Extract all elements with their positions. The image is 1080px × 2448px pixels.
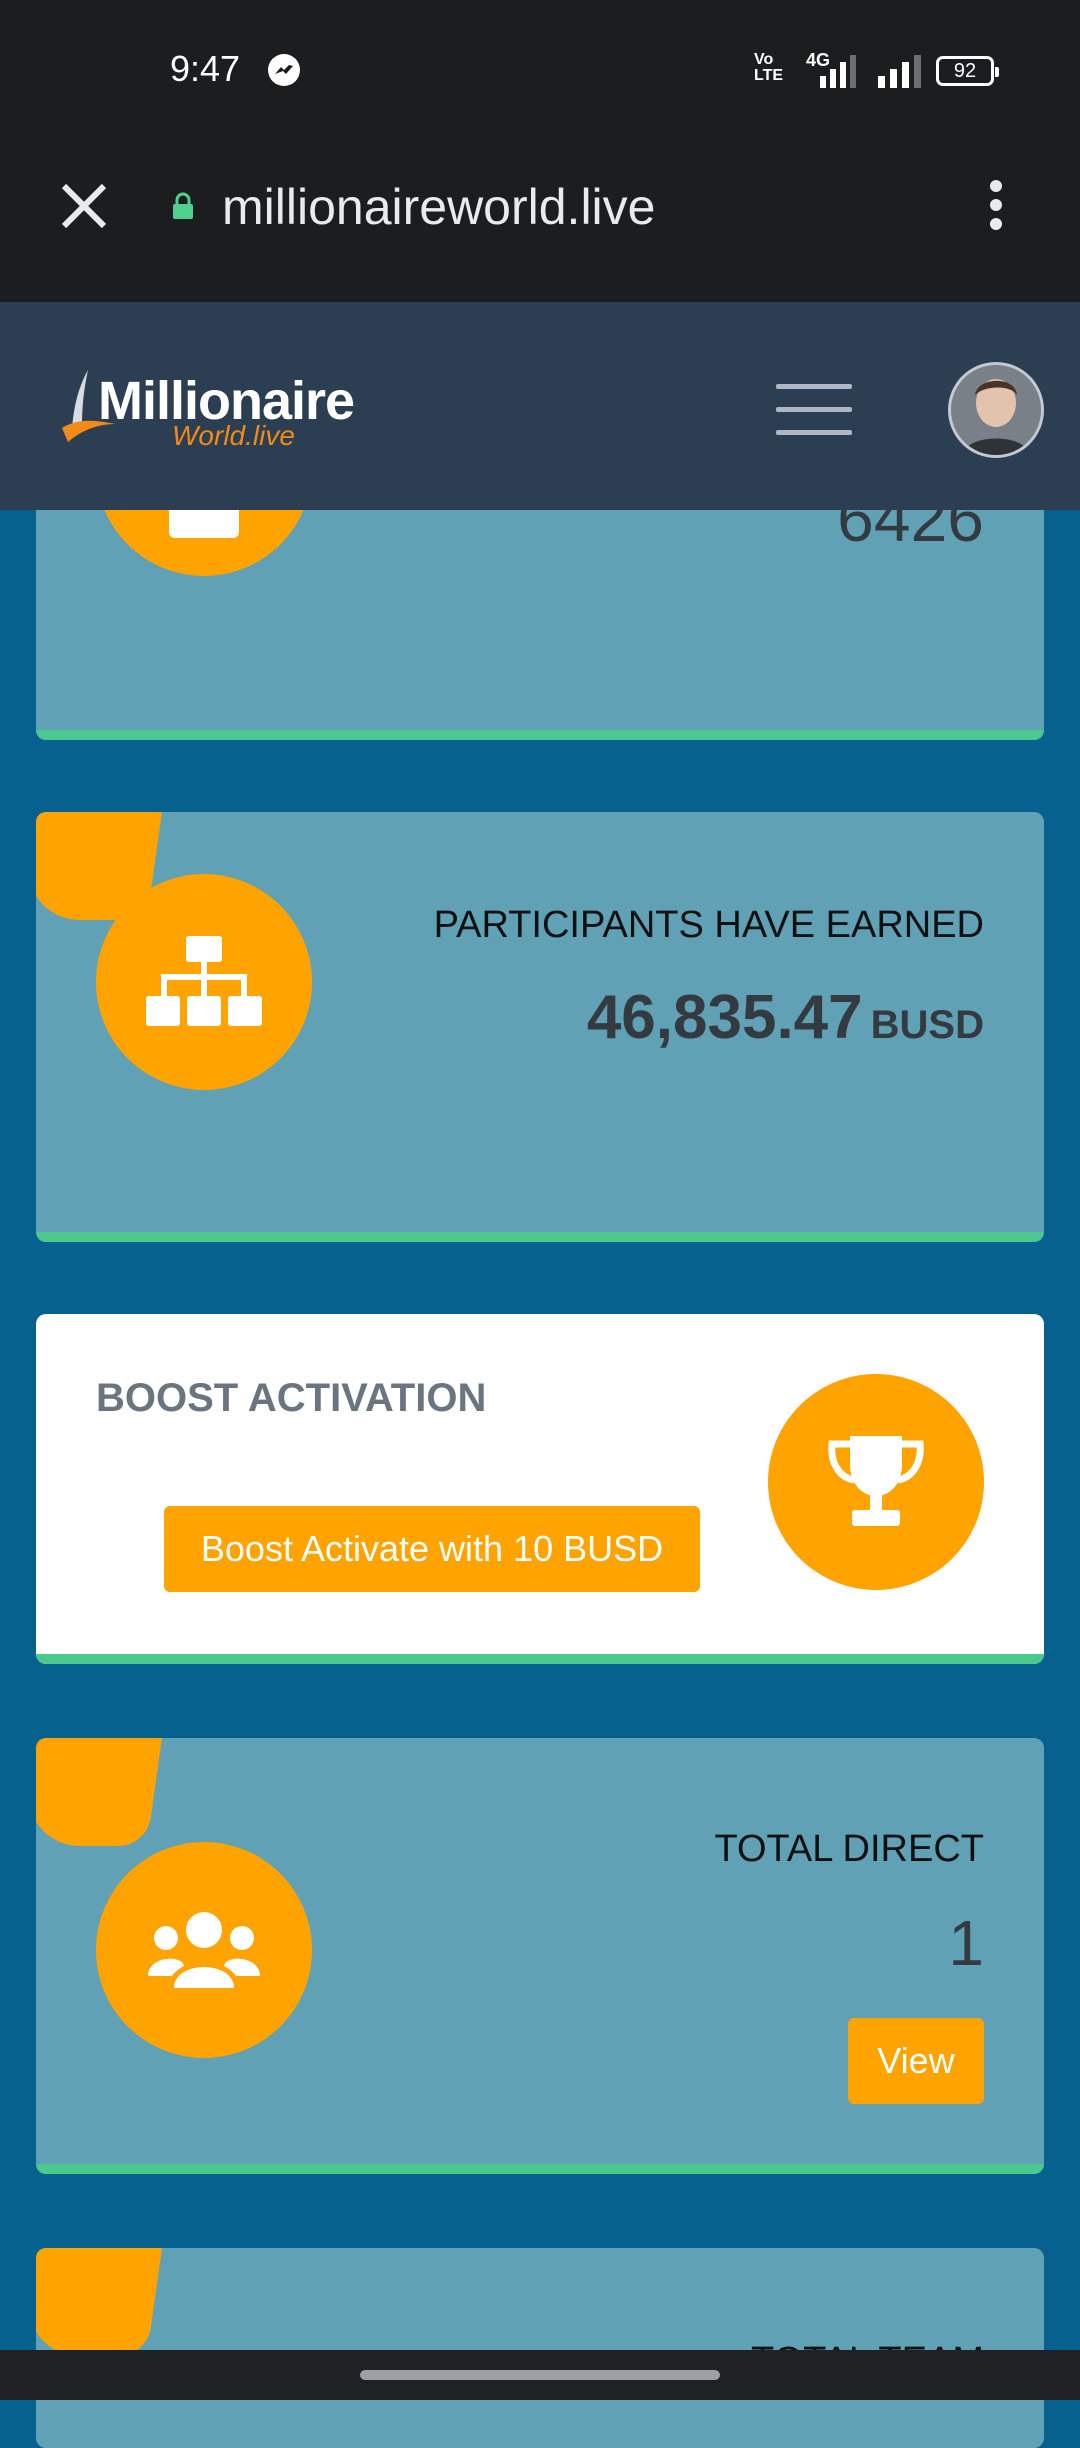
sitemap-icon	[146, 936, 262, 1026]
close-icon[interactable]	[56, 178, 112, 234]
status-bar: 9:47 Vo LTE 4G 92	[0, 0, 1080, 140]
more-vertical-icon[interactable]	[984, 180, 1008, 230]
card-icon-circle	[768, 1374, 984, 1590]
boost-card: BOOST ACTIVATION Boost Activate with 10 …	[36, 1314, 1044, 1664]
card-icon-circle	[96, 874, 312, 1090]
card-title: BOOST ACTIVATION	[96, 1376, 487, 1420]
card-title: TOTAL DIRECT	[714, 1828, 984, 1870]
stat-card-partial: 6426	[36, 490, 1044, 740]
url-bar[interactable]: millionaireworld.live	[222, 178, 655, 236]
logo-subtext: World.live	[172, 420, 295, 451]
card-value: 46,835.47 BUSD	[587, 982, 984, 1053]
gesture-nav-bar	[0, 2350, 1080, 2400]
card-title: PARTICIPANTS HAVE EARNED	[433, 904, 984, 946]
users-icon	[148, 1912, 260, 1988]
total-team-card: TOTAL TEAM	[36, 2248, 1044, 2448]
trophy-icon	[828, 1436, 924, 1526]
avatar[interactable]	[948, 362, 1044, 458]
boost-activate-button[interactable]: Boost Activate with 10 BUSD	[164, 1506, 700, 1592]
hamburger-menu-icon[interactable]	[776, 384, 852, 436]
corner-decoration	[36, 1738, 162, 1846]
currency-unit: BUSD	[870, 1003, 984, 1047]
signal-icon-sim2	[878, 55, 921, 88]
total-direct-card: TOTAL DIRECT 1 View	[36, 1738, 1044, 2174]
status-time: 9:47	[170, 48, 241, 89]
volte-label: Vo LTE	[754, 51, 784, 84]
earned-amount: 46,835.47	[586, 983, 863, 1052]
card-accent-bar	[36, 1654, 1044, 1664]
card-accent-bar	[36, 730, 1044, 740]
messenger-icon	[268, 54, 300, 86]
earned-card: PARTICIPANTS HAVE EARNED 46,835.47 BUSD	[36, 812, 1044, 1242]
home-gesture-handle[interactable]	[360, 2370, 720, 2380]
card-accent-bar	[36, 1232, 1044, 1242]
card-accent-bar	[36, 2164, 1044, 2174]
signal-icon	[820, 55, 856, 88]
view-button[interactable]: View	[848, 2018, 984, 2104]
card-value: 1	[948, 1907, 984, 1979]
card-icon-circle	[96, 1842, 312, 2058]
lock-icon	[172, 192, 194, 225]
corner-decoration	[36, 2248, 162, 2356]
battery-icon: 92	[936, 56, 999, 86]
